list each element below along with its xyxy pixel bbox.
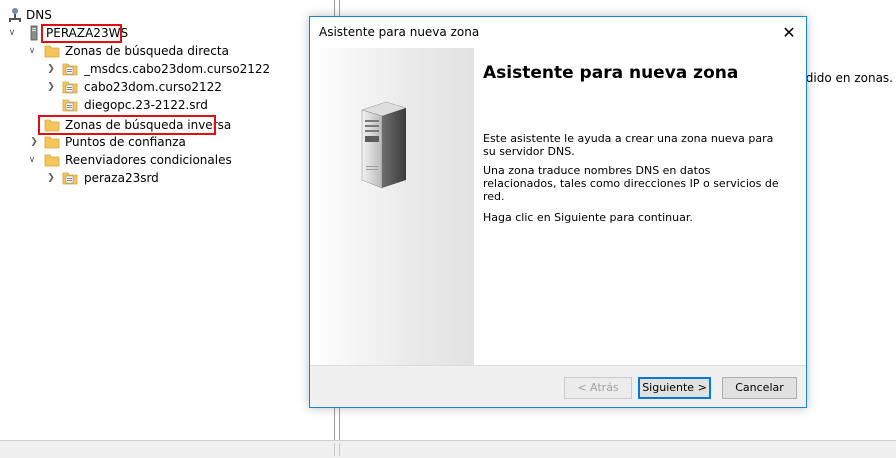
cancel-button[interactable]: Cancelar (722, 377, 797, 399)
dns-root-icon (7, 7, 23, 23)
console-tree: DNS ∨ PERAZA23WS ∨ Zonas de búsqueda dir… (0, 0, 335, 440)
chevron-right-icon[interactable]: ❯ (28, 133, 40, 151)
wizard-description-text: Una zona traduce nombres DNS en datos re… (483, 164, 779, 203)
server-icon (26, 25, 42, 41)
zone-icon (62, 61, 78, 77)
zone-icon (62, 79, 78, 95)
zone-icon (62, 170, 78, 186)
back-button[interactable]: < Atrás (564, 377, 632, 399)
tree-node-dns[interactable]: DNS (0, 6, 330, 24)
tree-node-forward-zones[interactable]: ∨ Zonas de búsqueda directa (0, 42, 330, 60)
tree-node-zone-diegopc[interactable]: diegopc.23-2122.srd (0, 96, 330, 114)
wizard-continue-text: Haga clic en Siguiente para continuar. (483, 211, 693, 224)
next-button[interactable]: Siguiente > (638, 377, 711, 399)
tree-node-trust-points[interactable]: ❯ Puntos de confianza (0, 133, 330, 151)
tree-node-label: diegopc.23-2122.srd (84, 98, 208, 112)
status-divider (334, 443, 335, 456)
highlight-box-reverse-zones (38, 115, 216, 135)
tree-node-label: cabo23dom.curso2122 (84, 80, 222, 94)
footer-divider (310, 365, 806, 366)
wizard-side-banner (310, 48, 474, 365)
tree-node-forwarder-peraza23srd[interactable]: ❯ peraza23srd (0, 169, 330, 187)
chevron-down-icon[interactable]: ∨ (26, 42, 38, 60)
chevron-right-icon[interactable]: ❯ (45, 169, 57, 187)
highlight-box-server (41, 24, 122, 43)
folder-icon (44, 152, 60, 168)
folder-icon (44, 43, 60, 59)
tree-node-conditional-forwarders[interactable]: ∨ Reenviadores condicionales (0, 151, 330, 169)
tree-node-label: DNS (26, 8, 52, 22)
new-zone-wizard-dialog: Asistente para nueva zona ✕ Asistente pa… (309, 16, 807, 408)
folder-icon (44, 134, 60, 150)
tree-node-label: _msdcs.cabo23dom.curso2122 (84, 62, 271, 76)
dialog-title: Asistente para nueva zona (319, 25, 480, 39)
status-divider (339, 443, 340, 456)
status-bar (0, 440, 896, 458)
dialog-body: Asistente para nueva zona Este asistente… (310, 48, 806, 365)
tree-node-label: Puntos de confianza (65, 135, 186, 149)
chevron-right-icon[interactable]: ❯ (45, 60, 57, 78)
zone-icon (62, 97, 78, 113)
server-tower-icon (361, 101, 407, 189)
chevron-down-icon[interactable]: ∨ (26, 151, 38, 169)
wizard-heading: Asistente para nueva zona (483, 63, 739, 83)
tree-node-label: Zonas de búsqueda directa (65, 44, 229, 58)
close-icon[interactable]: ✕ (772, 17, 806, 48)
chevron-down-icon[interactable]: ∨ (6, 24, 18, 42)
tree-node-zone-msdcs[interactable]: ❯ _msdcs.cabo23dom.curso2122 (0, 60, 330, 78)
details-text: vidido en zonas. (795, 71, 893, 85)
tree-node-label: peraza23srd (84, 171, 159, 185)
dialog-titlebar[interactable]: Asistente para nueva zona ✕ (310, 17, 806, 48)
chevron-right-icon[interactable]: ❯ (45, 78, 57, 96)
tree-node-zone-cabo23dom[interactable]: ❯ cabo23dom.curso2122 (0, 78, 330, 96)
tree-node-label: Reenviadores condicionales (65, 153, 232, 167)
wizard-intro-text: Este asistente le ayuda a crear una zona… (483, 132, 774, 158)
